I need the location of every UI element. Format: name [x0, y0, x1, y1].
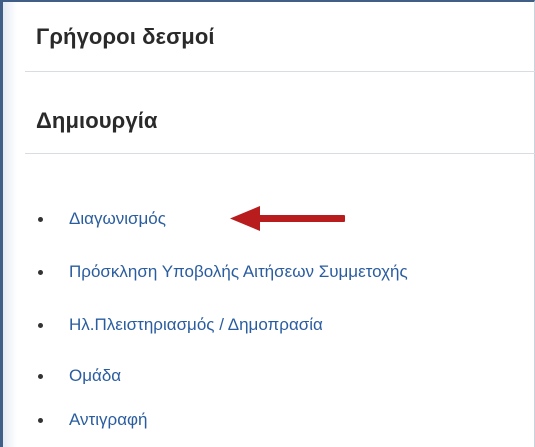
section-divider	[25, 153, 535, 154]
quick-links-panel: Γρήγοροι δεσμοί Δημιουργία Διαγωνισμός Π…	[0, 0, 535, 447]
quick-links-title: Γρήγοροι δεσμοί	[36, 24, 215, 49]
create-group-link[interactable]: Ομάδα	[69, 366, 121, 386]
list-item: Ομάδα	[38, 364, 121, 388]
create-e-auction-link[interactable]: Ηλ.Πλειστηριασμός / Δημοπρασία	[69, 315, 323, 335]
bullet-icon	[38, 373, 43, 379]
list-item: Αντιγραφή	[38, 408, 148, 432]
section-divider	[25, 71, 535, 72]
list-item: Διαγωνισμός	[38, 207, 166, 231]
bullet-icon	[38, 322, 43, 328]
create-copy-link[interactable]: Αντιγραφή	[69, 410, 148, 430]
bullet-icon	[38, 269, 43, 275]
bullet-icon	[38, 216, 43, 222]
create-tender-link[interactable]: Διαγωνισμός	[69, 209, 166, 229]
left-arrow-icon	[230, 206, 345, 231]
create-call-for-applications-link[interactable]: Πρόσκληση Υποβολής Αιτήσεων Συμμετοχής	[69, 262, 408, 282]
list-item: Ηλ.Πλειστηριασμός / Δημοπρασία	[38, 313, 323, 337]
bullet-icon	[38, 417, 43, 423]
create-section-title: Δημιουργία	[36, 108, 158, 133]
list-item: Πρόσκληση Υποβολής Αιτήσεων Συμμετοχής	[38, 260, 408, 284]
